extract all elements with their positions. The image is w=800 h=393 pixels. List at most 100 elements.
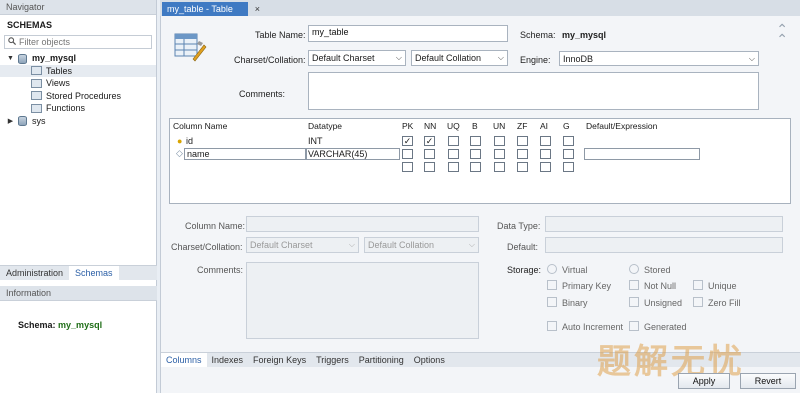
table-row[interactable]	[170, 161, 790, 174]
tab-schemas[interactable]: Schemas	[69, 266, 119, 280]
header-pk[interactable]: PK	[402, 121, 413, 131]
tab-options[interactable]: Options	[409, 353, 450, 367]
column-name-input[interactable]	[246, 216, 479, 232]
header-ai[interactable]: AI	[540, 121, 548, 131]
tree-item-sys[interactable]: ▶ sys	[0, 115, 156, 128]
default-cell[interactable]	[584, 148, 700, 160]
nn-checkbox[interactable]: ✓	[424, 136, 435, 146]
datatype-cell[interactable]: INT	[308, 136, 323, 146]
zf-checkbox[interactable]	[517, 136, 528, 146]
tree-item-tables[interactable]: Tables	[0, 64, 156, 77]
comments-textarea[interactable]	[308, 72, 759, 110]
ai-checkbox[interactable]	[540, 136, 551, 146]
table-name-input[interactable]: my_table	[308, 25, 508, 42]
collapsed-arrow-icon[interactable]: ▶	[6, 117, 15, 125]
database-icon	[17, 116, 27, 127]
table-editor-icon	[174, 33, 207, 62]
revert-button[interactable]: Revert	[740, 373, 796, 389]
b-checkbox[interactable]	[470, 162, 481, 172]
generated-checkbox[interactable]	[629, 321, 639, 331]
collapse-icon[interactable]: ⌃ ⌃	[776, 22, 788, 46]
tab-partitioning[interactable]: Partitioning	[354, 353, 409, 367]
primary-key-checkbox[interactable]	[547, 280, 557, 290]
views-folder-icon	[31, 78, 42, 88]
binary-checkbox[interactable]	[547, 297, 557, 307]
nn-checkbox[interactable]	[424, 149, 435, 159]
virtual-radio[interactable]	[547, 264, 557, 274]
tab-foreign-keys[interactable]: Foreign Keys	[248, 353, 311, 367]
filter-input[interactable]	[19, 37, 139, 47]
un-checkbox[interactable]	[494, 136, 505, 146]
tree-item-my-mysql[interactable]: ▼ my_mysql	[0, 52, 156, 65]
header-nn[interactable]: NN	[424, 121, 436, 131]
engine-select[interactable]: InnoDB ⌵	[559, 51, 759, 66]
uq-checkbox[interactable]	[448, 136, 459, 146]
engine-value: InnoDB	[563, 54, 594, 64]
header-default[interactable]: Default/Expression	[586, 121, 657, 131]
table-row[interactable]: ◇ name VARCHAR(45)	[170, 148, 790, 161]
uq-checkbox[interactable]	[448, 162, 459, 172]
default-input[interactable]	[545, 237, 783, 253]
header-g[interactable]: G	[563, 121, 570, 131]
grid-header: Column Name Datatype PK NN UQ B UN ZF AI…	[170, 119, 790, 132]
unsigned-checkbox[interactable]	[629, 297, 639, 307]
g-checkbox[interactable]	[563, 162, 574, 172]
generated-label: Generated	[644, 322, 687, 332]
charset-select[interactable]: Default Charset ⌵	[308, 50, 406, 66]
zf-checkbox[interactable]	[517, 149, 528, 159]
column-name-cell[interactable]: id	[186, 136, 193, 146]
data-type-input[interactable]	[545, 216, 783, 232]
un-checkbox[interactable]	[494, 149, 505, 159]
pk-checkbox[interactable]	[402, 149, 413, 159]
detail-comments-textarea[interactable]	[246, 262, 479, 339]
b-checkbox[interactable]	[470, 136, 481, 146]
header-un[interactable]: UN	[493, 121, 505, 131]
tree-item-label: Views	[46, 78, 70, 89]
g-checkbox[interactable]	[563, 136, 574, 146]
detail-collation-select[interactable]: Default Collation ⌵	[364, 237, 479, 253]
unique-label: Unique	[708, 281, 737, 291]
header-uq[interactable]: UQ	[447, 121, 460, 131]
tab-my-table[interactable]: my_table - Table ×	[162, 2, 260, 16]
stored-radio[interactable]	[629, 264, 639, 274]
tree-item-functions[interactable]: Functions	[0, 102, 156, 115]
ai-checkbox[interactable]	[540, 162, 551, 172]
database-icon	[17, 53, 27, 64]
comments-label: Comments:	[239, 89, 286, 99]
expanded-arrow-icon[interactable]: ▼	[6, 55, 15, 62]
collation-select[interactable]: Default Collation ⌵	[411, 50, 508, 66]
not-null-checkbox[interactable]	[629, 280, 639, 290]
g-checkbox[interactable]	[563, 149, 574, 159]
schema-info-label: Schema:	[18, 320, 56, 330]
tree-item-stored-procedures[interactable]: Stored Procedures	[0, 90, 156, 103]
uq-checkbox[interactable]	[448, 149, 459, 159]
tree-item-views[interactable]: Views	[0, 77, 156, 90]
chevron-down-icon: ⌵	[395, 53, 402, 62]
tab-triggers[interactable]: Triggers	[311, 353, 354, 367]
pk-checkbox[interactable]: ✓	[402, 136, 413, 146]
tab-indexes[interactable]: Indexes	[207, 353, 249, 367]
zero-fill-checkbox[interactable]	[693, 297, 703, 307]
unique-checkbox[interactable]	[693, 280, 703, 290]
un-checkbox[interactable]	[494, 162, 505, 172]
apply-button[interactable]: Apply	[678, 373, 730, 389]
ai-checkbox[interactable]	[540, 149, 551, 159]
header-column-name[interactable]: Column Name	[173, 121, 227, 131]
filter-box[interactable]	[4, 35, 152, 49]
tab-administration[interactable]: Administration	[0, 266, 69, 280]
zf-checkbox[interactable]	[517, 162, 528, 172]
tree-item-label: Tables	[46, 65, 73, 76]
detail-charset-select[interactable]: Default Charset ⌵	[246, 237, 359, 253]
header-datatype[interactable]: Datatype	[308, 121, 342, 131]
table-row[interactable]: ● id INT ✓ ✓	[170, 135, 790, 148]
pk-checkbox[interactable]	[402, 162, 413, 172]
detail-comments-label: Comments:	[197, 265, 244, 275]
tab-columns[interactable]: Columns	[161, 353, 207, 367]
auto-increment-checkbox[interactable]	[547, 321, 557, 331]
close-icon[interactable]: ×	[255, 2, 260, 16]
b-checkbox[interactable]	[470, 149, 481, 159]
table-editor: ⌃ ⌃ Table Name: my_table Schema: my_mysql…	[160, 16, 800, 393]
header-zf[interactable]: ZF	[517, 121, 527, 131]
nn-checkbox[interactable]	[424, 162, 435, 172]
header-b[interactable]: B	[472, 121, 478, 131]
